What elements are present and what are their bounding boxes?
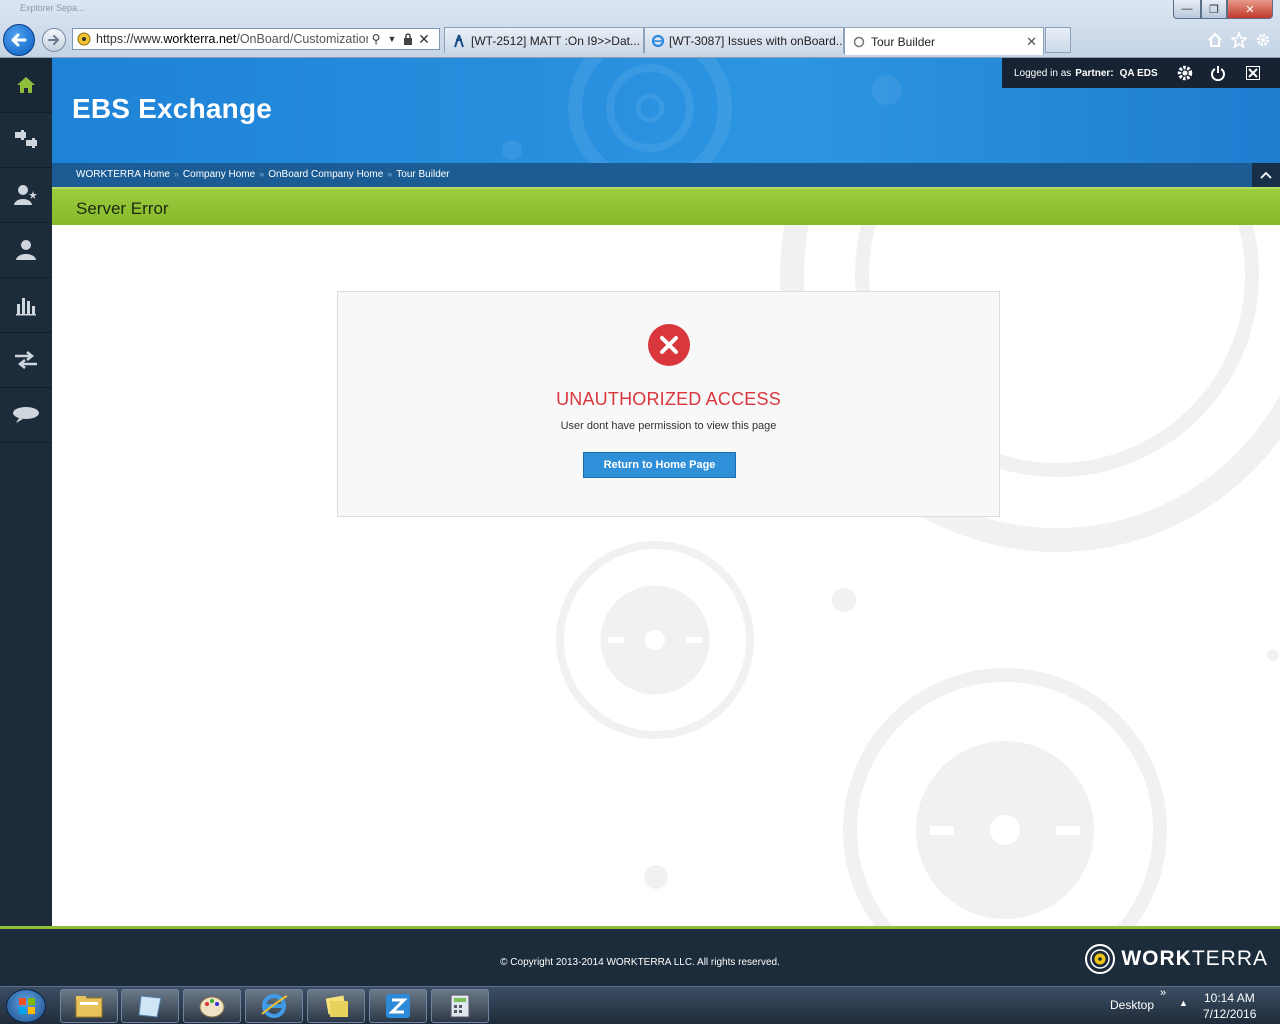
tray-expand-icon[interactable]: ▲: [1179, 998, 1188, 1008]
puzzle-icon: [15, 130, 37, 148]
breadcrumb-separator: »: [173, 169, 179, 179]
ie-icon: [651, 33, 665, 49]
settings-gear-icon[interactable]: [1176, 64, 1194, 82]
jira-icon: [451, 33, 467, 49]
transfer-arrows-icon: [15, 351, 37, 369]
error-x-icon: [648, 324, 690, 366]
toolbar-chevron-icon[interactable]: »: [1160, 987, 1166, 999]
page-title: Server Error: [76, 199, 169, 218]
maximize-button[interactable]: ❐: [1201, 0, 1227, 19]
forward-arrow-icon: [48, 35, 60, 45]
tab-wt-3087[interactable]: [WT-3087] Issues with onBoard...: [644, 27, 844, 53]
close-icon[interactable]: [1245, 66, 1260, 80]
lock-icon[interactable]: [400, 31, 416, 47]
breadcrumb-bar: WORKTERRA Home » Company Home » OnBoard …: [52, 163, 1280, 187]
close-window-button[interactable]: ✕: [1227, 0, 1273, 19]
error-card: UNAUTHORIZED ACCESS User dont have permi…: [337, 291, 1000, 517]
return-home-button[interactable]: Return to Home Page: [583, 452, 736, 478]
z-app-icon: [386, 994, 410, 1018]
app-title: EBS Exchange: [72, 93, 273, 124]
breadcrumb-tour-builder[interactable]: Tour Builder: [396, 169, 449, 180]
breadcrumb-company-home[interactable]: Company Home: [183, 169, 255, 180]
address-bar[interactable]: https://www.workterra.net/OnBoard/Custom…: [72, 28, 440, 50]
start-button[interactable]: [6, 989, 46, 1023]
nav-reports[interactable]: [0, 278, 52, 333]
tab-wt-2512[interactable]: [WT-2512] MATT :On I9>>Dat...: [444, 27, 644, 53]
back-arrow-icon: [11, 33, 27, 47]
page-title-bar: Server Error: [52, 187, 1280, 225]
person-icon: [16, 240, 36, 260]
taskbar-calculator[interactable]: [431, 989, 489, 1023]
stop-icon[interactable]: ✕: [416, 31, 432, 47]
user-star-icon: [14, 185, 37, 205]
nav-employees[interactable]: [0, 223, 52, 278]
folder-icon: [75, 996, 103, 1018]
breadcrumb-separator: »: [259, 169, 265, 179]
workterra-logo-icon: [1085, 944, 1116, 974]
calculator-icon: [450, 994, 470, 1018]
nav-transfer[interactable]: [0, 333, 52, 388]
desktop-toolbar-label[interactable]: Desktop: [1110, 998, 1154, 1012]
nav-user-admin[interactable]: [0, 168, 52, 223]
search-icon[interactable]: ⚲: [368, 31, 384, 47]
taskbar-notes[interactable]: [121, 989, 179, 1023]
partner-label: Partner:: [1075, 67, 1114, 79]
user-bar: Logged in as Partner: QA EDS: [1002, 58, 1280, 88]
windows-taskbar: Desktop » ▲ 10:14 AM 7/12/2016: [0, 986, 1280, 1024]
error-message: User dont have permission to view this p…: [560, 420, 777, 432]
breadcrumb-onboard-company-home[interactable]: OnBoard Company Home: [268, 169, 383, 180]
home-icon[interactable]: [1205, 30, 1225, 50]
favorites-star-icon[interactable]: [1229, 30, 1249, 50]
clock-time[interactable]: 10:14 AM: [1204, 991, 1255, 1005]
window-title: Explorer Sepa...: [20, 3, 85, 13]
nav-messages[interactable]: [0, 388, 52, 443]
tab-tour-builder[interactable]: Tour Builder ✕: [844, 27, 1044, 55]
left-nav: [0, 58, 52, 928]
notepad-icon: [138, 995, 162, 1018]
taskbar-explorer[interactable]: [60, 989, 118, 1023]
breadcrumb: WORKTERRA Home » Company Home » OnBoard …: [76, 169, 450, 180]
breadcrumb-separator: »: [387, 169, 393, 179]
settings-gear-icon[interactable]: [1253, 30, 1273, 50]
paint-palette-icon: [199, 996, 225, 1018]
bar-chart-icon: [16, 298, 36, 316]
loading-icon: [851, 34, 867, 50]
home-icon: [17, 77, 35, 93]
site-favicon-icon: [76, 31, 92, 47]
workterra-logo: WORK TERRA: [1084, 943, 1268, 975]
back-button[interactable]: [3, 24, 35, 56]
forward-button[interactable]: [42, 28, 66, 52]
chat-bubble-icon: [13, 407, 39, 423]
ie-icon: [261, 994, 288, 1018]
main-content: UNAUTHORIZED ACCESS User dont have permi…: [52, 225, 1280, 926]
address-url[interactable]: https://www.workterra.net/OnBoard/Custom…: [96, 32, 368, 46]
partner-name: QA EDS: [1119, 67, 1158, 79]
collapse-header-button[interactable]: [1252, 163, 1280, 187]
taskbar-paint[interactable]: [183, 989, 241, 1023]
minimize-button[interactable]: —: [1173, 0, 1201, 19]
footer: © Copyright 2013-2014 WORKTERRA LLC. All…: [0, 926, 1280, 986]
nav-modules[interactable]: [0, 113, 52, 168]
clock-date[interactable]: 7/12/2016: [1203, 1007, 1256, 1021]
tab-close-icon[interactable]: ✕: [1026, 34, 1037, 50]
taskbar-z-app[interactable]: [369, 989, 427, 1023]
windows-logo-icon: [19, 998, 35, 1014]
error-title: UNAUTHORIZED ACCESS: [556, 389, 781, 409]
power-icon[interactable]: [1210, 65, 1226, 81]
taskbar-sticky-notes[interactable]: [307, 989, 365, 1023]
chevron-up-icon: [1260, 171, 1272, 179]
dropdown-arrow-icon[interactable]: ▼: [384, 31, 400, 47]
logged-in-label: Logged in as: [1014, 67, 1072, 79]
new-tab-button[interactable]: [1045, 27, 1071, 53]
nav-home[interactable]: [0, 58, 52, 113]
browser-chrome: Explorer Sepa... — ❐ ✕ https://www.workt…: [0, 0, 1280, 58]
breadcrumb-workterra-home[interactable]: WORKTERRA Home: [76, 169, 170, 180]
sticky-notes-icon: [325, 995, 348, 1017]
app-header: EBS Exchange Logged in as Partner: QA ED…: [52, 58, 1280, 163]
taskbar-internet-explorer[interactable]: [245, 989, 303, 1023]
